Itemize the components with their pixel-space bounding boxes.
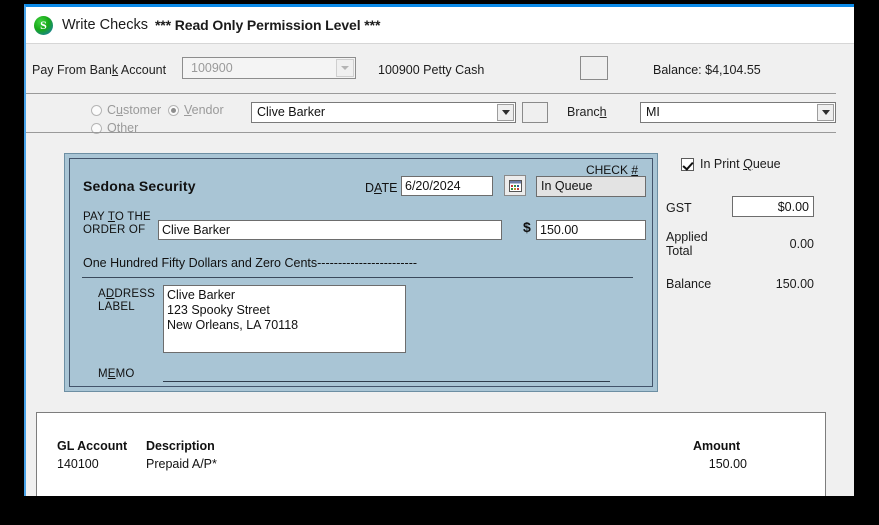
vendor-value: Clive Barker bbox=[257, 105, 326, 119]
applied-total-value: 0.00 bbox=[789, 237, 814, 251]
date-label: DATE bbox=[365, 181, 398, 195]
radio-vendor[interactable]: Vendor bbox=[168, 103, 224, 117]
frame-bottom-bar bbox=[0, 496, 879, 525]
read-only-permission-banner: *** Read Only Permission Level *** bbox=[154, 17, 381, 33]
window-body: Pay From Bank Account 100900 100900 Pett… bbox=[26, 44, 854, 496]
address-label-line2: LABEL bbox=[98, 301, 135, 313]
check-number-value: In Queue bbox=[541, 179, 593, 193]
vendor-combobox[interactable]: Clive Barker bbox=[251, 102, 516, 123]
distribution-grid[interactable]: GL Account Description Amount 140100 Pre… bbox=[36, 412, 826, 496]
bank-account-lookup-button[interactable] bbox=[580, 56, 608, 80]
in-print-queue-checkbox[interactable]: In Print Queue bbox=[681, 157, 781, 171]
cell-gl-account: 140100 bbox=[57, 457, 99, 471]
cell-description: Prepaid A/P* bbox=[146, 457, 217, 471]
memo-input[interactable] bbox=[163, 381, 610, 382]
bank-account-value: 100900 bbox=[191, 61, 233, 75]
vendor-lookup-button[interactable] bbox=[522, 102, 548, 123]
bank-account-combobox[interactable]: 100900 bbox=[182, 57, 356, 79]
pay-to-the-label: PAY TO THE bbox=[83, 211, 151, 223]
calendar-icon[interactable] bbox=[504, 175, 526, 196]
grid-header-row: GL Account Description Amount bbox=[37, 439, 825, 457]
write-checks-window: S Write Checks *** Read Only Permission … bbox=[24, 4, 854, 496]
bank-account-name-text: 100900 Petty Cash bbox=[378, 63, 485, 77]
radio-customer[interactable]: Customer bbox=[91, 103, 161, 117]
branch-combobox[interactable]: MI bbox=[640, 102, 836, 123]
gst-input[interactable]: $0.00 bbox=[732, 196, 814, 217]
branch-label: Branch bbox=[567, 105, 607, 119]
gst-value: $0.00 bbox=[777, 199, 809, 214]
date-input[interactable]: 6/20/2024 bbox=[401, 176, 493, 196]
screenshot-frame: S Write Checks *** Read Only Permission … bbox=[0, 0, 879, 525]
balance-value: 150.00 bbox=[775, 277, 814, 291]
checkmark-icon bbox=[681, 157, 694, 171]
applied-total-label-line2: Total bbox=[666, 244, 693, 258]
radio-circle-selected-icon bbox=[168, 104, 179, 116]
in-print-queue-label: In Print Queue bbox=[700, 157, 781, 171]
payee-input[interactable]: Clive Barker bbox=[158, 220, 502, 240]
cell-amount: 150.00 bbox=[708, 457, 747, 471]
pay-from-bank-account-label: Pay From Bank Account bbox=[32, 63, 167, 77]
amount-in-words: One Hundred Fifty Dollars and Zero Cents… bbox=[83, 256, 418, 270]
radio-customer-label: Customer bbox=[107, 103, 162, 117]
check-number-label: CHECK # bbox=[585, 163, 638, 177]
gst-label: GST bbox=[666, 201, 692, 215]
sedona-s-icon: S bbox=[34, 15, 53, 35]
payee-value: Clive Barker bbox=[162, 223, 231, 237]
amount-input[interactable]: 150.00 bbox=[536, 220, 646, 240]
amount-value: 150.00 bbox=[540, 223, 579, 237]
chevron-down-icon[interactable] bbox=[497, 104, 514, 121]
radio-vendor-label: Vendor bbox=[184, 103, 224, 117]
page-title: Write Checks bbox=[62, 17, 148, 33]
calendar-glyph bbox=[508, 179, 522, 192]
column-header-amount: Amount bbox=[693, 439, 741, 453]
applied-total-label-line1: Applied bbox=[666, 230, 708, 244]
memo-label: MEMO bbox=[98, 368, 135, 380]
branch-value: MI bbox=[646, 105, 660, 119]
amount-words-underline bbox=[82, 277, 633, 278]
balance-label: Balance bbox=[666, 277, 712, 291]
divider-top bbox=[26, 93, 836, 94]
date-value: 6/20/2024 bbox=[405, 179, 461, 193]
address-textarea[interactable]: Clive Barker 123 Spooky Street New Orlea… bbox=[163, 285, 406, 353]
bank-balance-text: Balance: $4,104.55 bbox=[653, 63, 761, 77]
divider-second bbox=[26, 132, 836, 133]
column-header-gl-account: GL Account bbox=[57, 439, 128, 453]
currency-symbol-icon: $ bbox=[523, 219, 531, 235]
radio-circle-icon bbox=[91, 104, 102, 116]
table-row[interactable]: 140100 Prepaid A/P* 150.00 bbox=[37, 457, 825, 475]
address-label-line1: ADDRESS bbox=[98, 288, 156, 300]
address-value: Clive Barker 123 Spooky Street New Orlea… bbox=[167, 288, 299, 332]
column-header-description: Description bbox=[146, 439, 215, 453]
check-panel: Sedona Security DATE 6/20/2024 CHECK # I… bbox=[64, 153, 658, 392]
chevron-down-icon[interactable] bbox=[336, 59, 354, 77]
order-of-label: ORDER OF bbox=[83, 224, 146, 236]
check-inner-border: Sedona Security DATE 6/20/2024 CHECK # I… bbox=[69, 158, 653, 387]
chevron-down-icon[interactable] bbox=[817, 104, 834, 121]
check-number-field: In Queue bbox=[536, 176, 646, 197]
check-company-name: Sedona Security bbox=[83, 178, 196, 194]
window-title-bar: S Write Checks *** Read Only Permission … bbox=[26, 7, 854, 44]
